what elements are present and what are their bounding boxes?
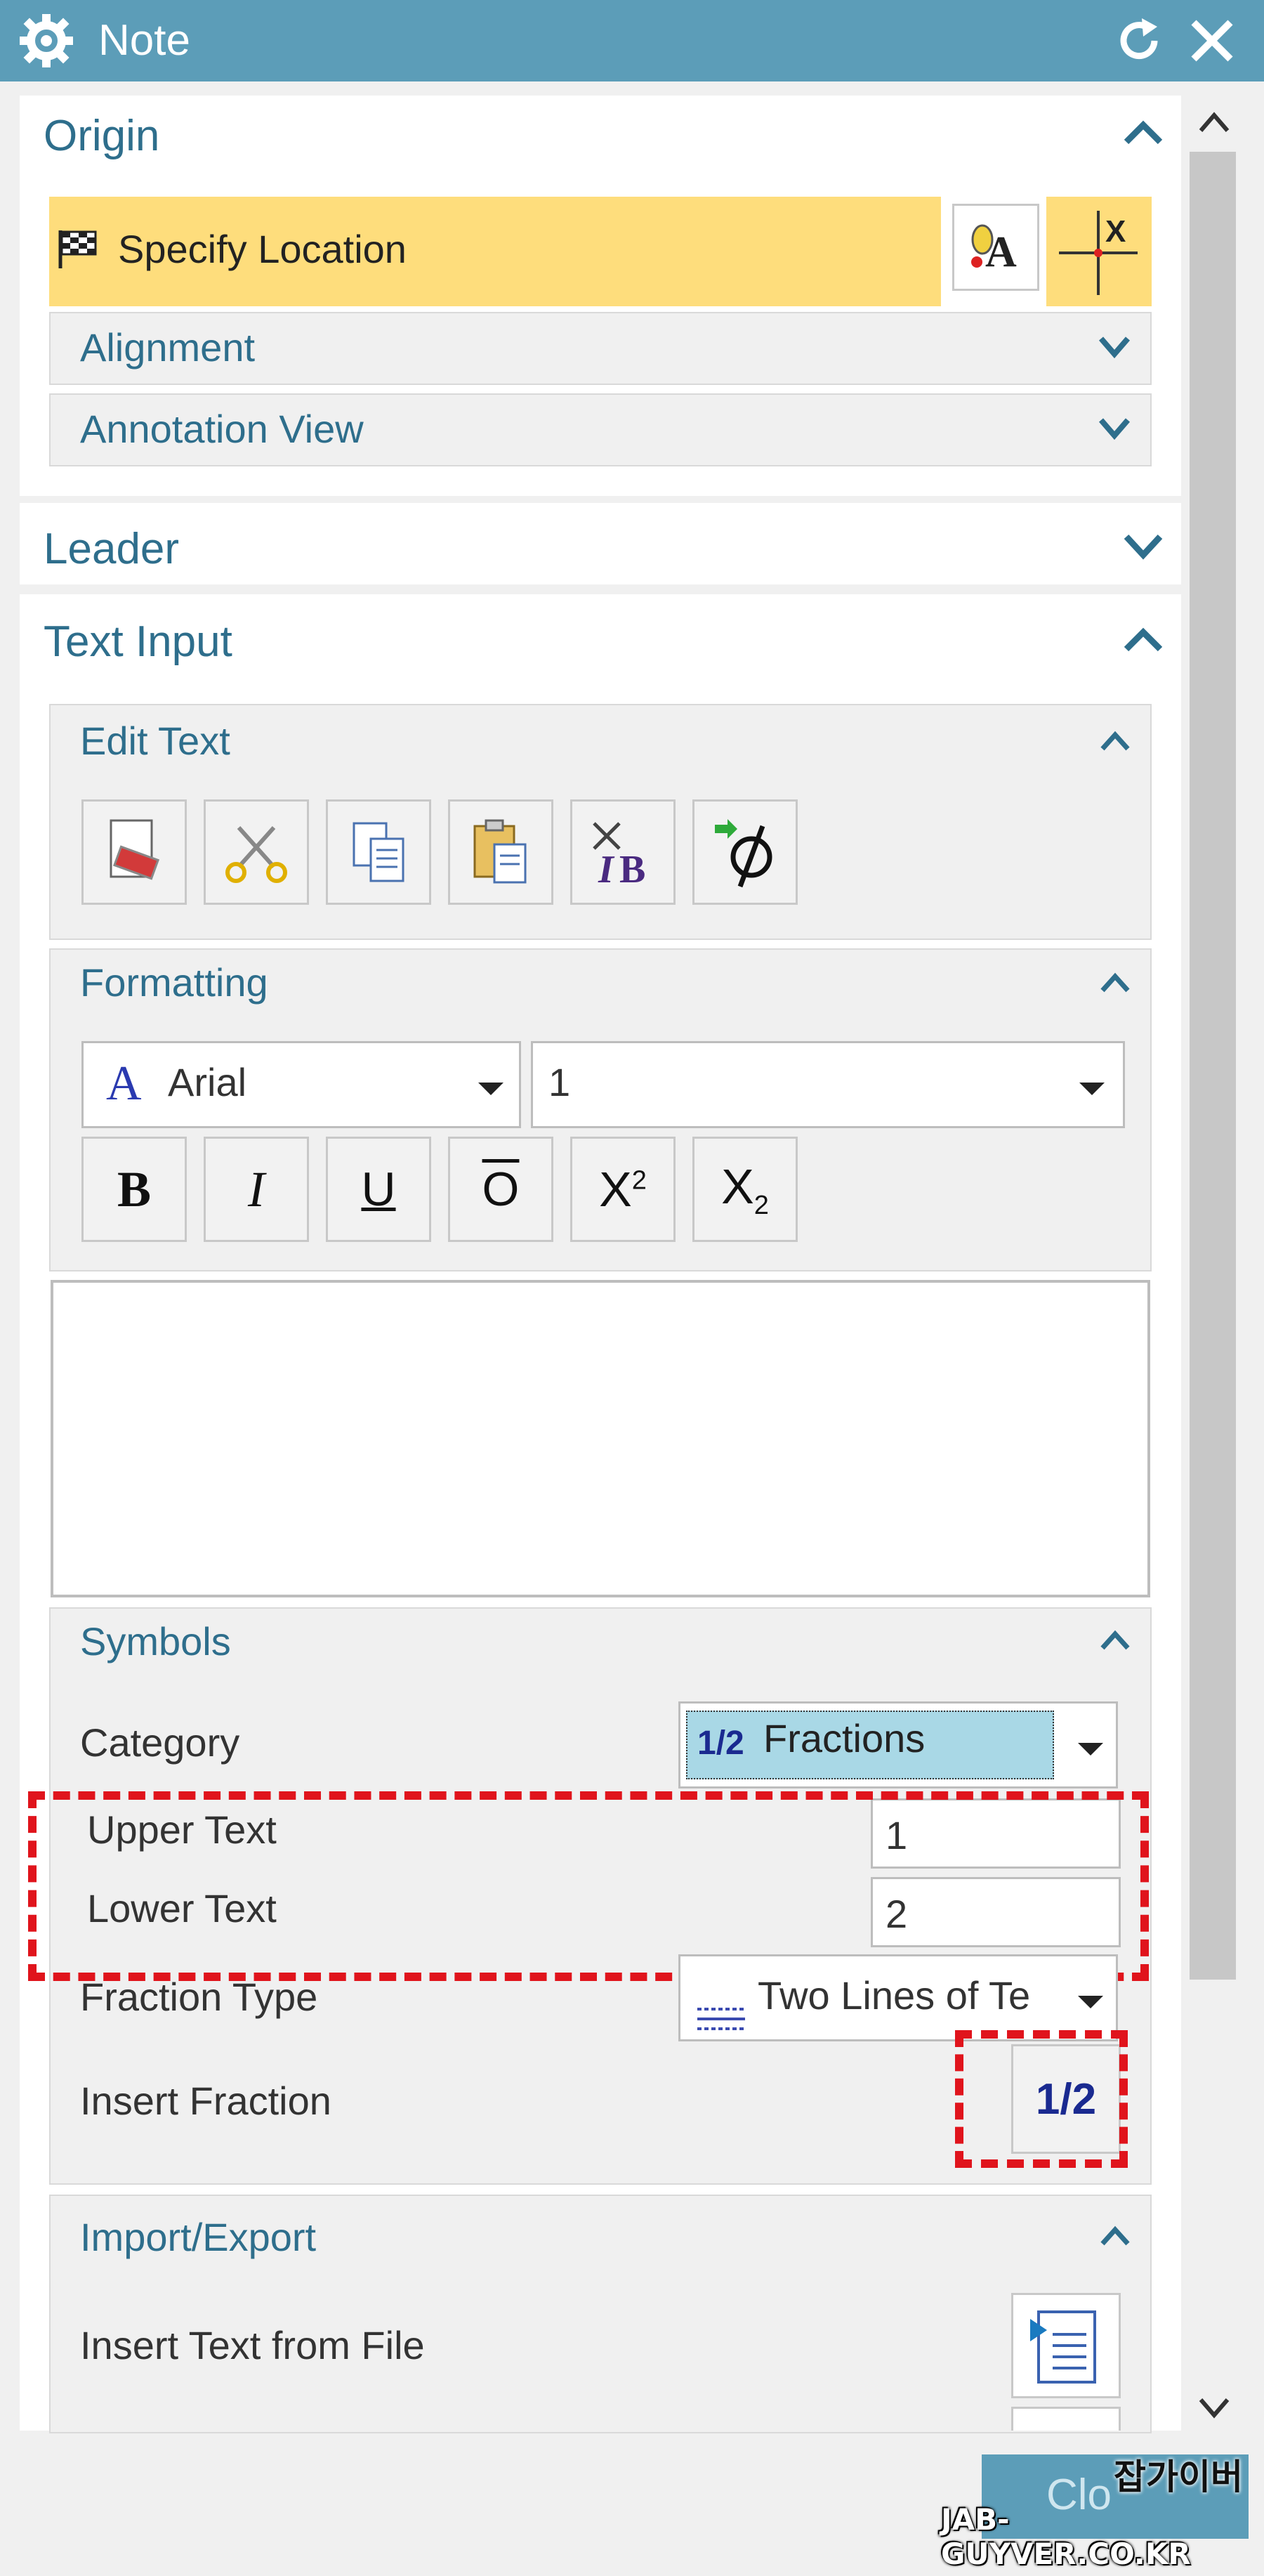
chevron-up-icon[interactable] [1100, 972, 1131, 997]
origin-heading[interactable]: Origin [44, 110, 159, 163]
clear-text-button[interactable] [81, 799, 187, 905]
subscript-glyph: X2 [721, 1158, 769, 1221]
watermark: 잡가이버 JAB-GUYVER.CO.KR [941, 2449, 1264, 2575]
category-select[interactable]: 1/2 Fractions [678, 1701, 1118, 1789]
superscript-base: X [599, 1162, 632, 1217]
svg-text:I: I [598, 848, 615, 891]
highlight-marker [28, 1791, 1149, 1981]
chevron-up-icon[interactable] [1100, 2225, 1131, 2250]
annotation-origin-tool-button[interactable]: A [952, 204, 1039, 291]
close-icon[interactable] [1187, 15, 1237, 66]
font-family-value: Arial [168, 1060, 247, 1104]
chevron-down-icon[interactable] [1097, 416, 1132, 445]
overline-button[interactable]: O [448, 1137, 553, 1242]
paste-clipboard-button[interactable] [448, 799, 553, 905]
overline-label: O [482, 1163, 520, 1216]
fraction-icon: 1/2 [697, 1725, 744, 1762]
leader-heading: Leader [44, 525, 180, 573]
copy-button[interactable] [326, 799, 431, 905]
font-size-value: 1 [548, 1060, 571, 1104]
reset-icon[interactable] [1114, 15, 1164, 66]
cut-scissors-button[interactable] [204, 799, 309, 905]
subscript-base: X [721, 1158, 754, 1214]
superscript-button[interactable]: X2 [570, 1137, 676, 1242]
chevron-up-icon[interactable] [1122, 625, 1164, 657]
window-title: Note [98, 16, 190, 65]
dropdown-arrow-icon [478, 1083, 503, 1095]
superscript-exp: 2 [631, 1165, 647, 1196]
alignment-heading: Alignment [80, 325, 256, 370]
chevron-down-icon[interactable] [1097, 334, 1132, 363]
subscript-idx: 2 [753, 1190, 769, 1220]
insert-file-button[interactable] [1011, 2293, 1121, 2398]
symbols-heading[interactable]: Symbols [80, 1617, 231, 1666]
leader-panel[interactable] [20, 503, 1181, 584]
edit-text-heading[interactable]: Edit Text [80, 717, 230, 766]
insert-text-from-file-label: Insert Text from File [80, 2323, 425, 2367]
origin-crosshair-tool-button[interactable]: X [1046, 197, 1152, 306]
category-value: Fractions [763, 1716, 926, 1760]
bold-label: B [117, 1160, 152, 1217]
underline-label: U [361, 1163, 396, 1216]
svg-text:B: B [619, 848, 645, 891]
scrollbar-thumb[interactable] [1190, 152, 1236, 1980]
chevron-up-icon[interactable] [1100, 731, 1131, 755]
font-icon: A [106, 1057, 142, 1111]
chevron-up-icon[interactable] [1100, 1630, 1131, 1654]
settings-gear-icon[interactable] [18, 13, 74, 69]
formatting-heading[interactable]: Formatting [80, 958, 268, 1007]
clear-formatting-button[interactable]: I B [570, 799, 676, 905]
dropdown-arrow-icon [1079, 1083, 1105, 1095]
dropdown-arrow-icon [1078, 1996, 1103, 2008]
svg-text:A: A [985, 228, 1017, 276]
import-export-heading[interactable]: Import/Export [80, 2213, 316, 2262]
subscript-button[interactable]: X2 [692, 1137, 798, 1242]
scroll-down-icon[interactable] [1197, 2395, 1232, 2424]
chevron-down-icon[interactable] [1122, 532, 1164, 564]
two-lines-icon [696, 1985, 746, 2039]
watermark-url: JAB-GUYVER.CO.KR [941, 2502, 1191, 2571]
specify-location-label: Specify Location [118, 227, 407, 271]
font-size-select[interactable]: 1 [531, 1041, 1125, 1128]
checkered-flag-icon [55, 226, 100, 275]
font-family-select[interactable]: A Arial [81, 1041, 521, 1128]
underline-button[interactable]: U [326, 1137, 431, 1242]
annotation-view-heading: Annotation View [80, 407, 364, 451]
fraction-type-value: Two Lines of Te [758, 1973, 1031, 2018]
insert-fraction-label: Insert Fraction [80, 2079, 331, 2123]
svg-text:X: X [1105, 214, 1126, 249]
text-input-heading[interactable]: Text Input [44, 615, 232, 669]
chevron-up-icon[interactable] [1122, 118, 1164, 150]
insert-symbol-button[interactable] [692, 799, 798, 905]
italic-button[interactable]: I [204, 1137, 309, 1242]
note-text-area[interactable] [51, 1280, 1150, 1597]
highlight-marker [955, 2030, 1128, 2168]
dropdown-arrow-icon [1078, 1743, 1103, 1756]
fraction-type-select[interactable]: Two Lines of Te [678, 1954, 1118, 2041]
scroll-up-icon[interactable] [1197, 110, 1232, 138]
export-file-button[interactable] [1011, 2407, 1121, 2431]
bold-button[interactable]: B [81, 1137, 187, 1242]
superscript-glyph: X2 [599, 1161, 647, 1217]
category-label: Category [80, 1720, 240, 1765]
fraction-type-label: Fraction Type [80, 1975, 318, 2019]
watermark-korean: 잡가이버 [1114, 2457, 1243, 2497]
italic-label: I [248, 1160, 265, 1217]
